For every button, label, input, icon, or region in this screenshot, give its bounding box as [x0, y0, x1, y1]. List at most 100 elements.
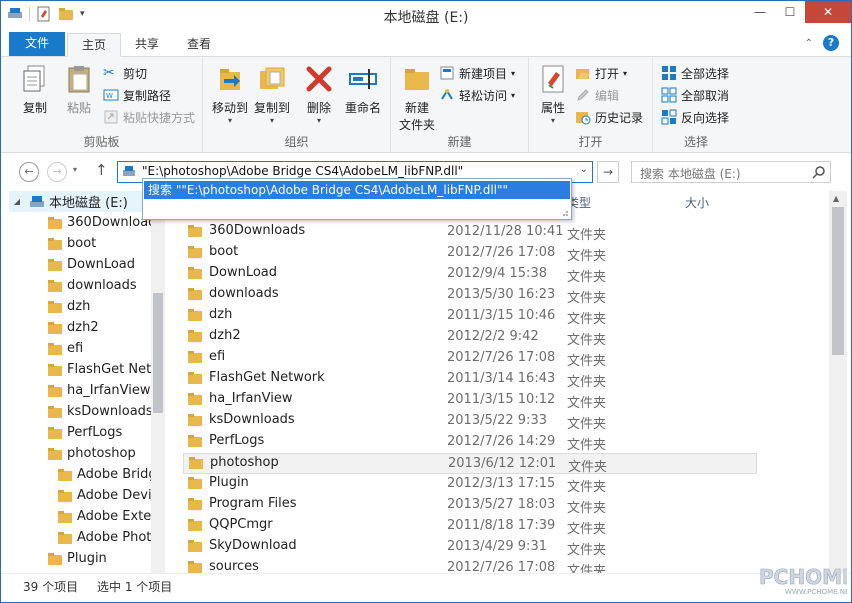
tree-item[interactable]: Plugin [47, 548, 107, 569]
rename-button[interactable]: 重命名 [341, 63, 385, 116]
folder-icon [188, 308, 202, 321]
tree-item[interactable]: Adobe Phot [57, 527, 151, 548]
table-row[interactable]: SkyDownload 2013/4/29 9:31 文件夹 [183, 537, 757, 558]
tab-share[interactable]: 共享 [121, 33, 173, 57]
resize-grip-icon[interactable] [559, 207, 569, 217]
new-folder-button[interactable]: 新建 文件夹 [395, 63, 439, 133]
ribbon-collapse-icon[interactable]: ⌃ [805, 38, 813, 49]
go-button[interactable]: → [597, 161, 619, 183]
address-dropdown-icon[interactable]: ⌄ [580, 164, 588, 175]
table-row[interactable]: sources 2012/7/26 17:08 文件夹 [183, 558, 757, 573]
copy-to-button[interactable]: 复制到 ▾ [251, 63, 293, 125]
select-all-button[interactable]: 全部选择 [661, 63, 729, 83]
table-row[interactable]: dzh2 2012/2/2 9:42 文件夹 [183, 327, 757, 348]
easy-access-button[interactable]: 轻松访问 ▾ [439, 85, 515, 105]
table-row[interactable]: PerfLogs 2012/7/26 14:29 文件夹 [183, 432, 757, 453]
tab-view[interactable]: 查看 [173, 33, 225, 57]
content-scrollbar[interactable]: ▲ [829, 191, 847, 573]
delete-button[interactable]: 删除 ▾ [301, 63, 337, 125]
table-row[interactable]: QQPCmgr 2011/8/18 17:39 文件夹 [183, 516, 757, 537]
tree-item[interactable]: Adobe Devi [57, 485, 152, 506]
column-header-size[interactable]: 大小 [685, 191, 709, 215]
tree-item[interactable]: ksDownloads [47, 401, 153, 422]
folder-icon [48, 384, 62, 397]
tree-item[interactable]: Adobe Exter [57, 506, 157, 527]
table-row[interactable]: photoshop 2013/6/12 12:01 文件夹 [183, 453, 757, 475]
search-icon[interactable] [812, 165, 826, 179]
edit-button[interactable]: 编辑 [575, 85, 619, 105]
folder-icon [188, 266, 202, 279]
select-none-button[interactable]: 全部取消 [661, 85, 729, 105]
copy-path-button[interactable]: W 复制路径 [103, 85, 171, 105]
maximize-button[interactable]: ☐ [775, 1, 805, 23]
table-row[interactable]: downloads 2013/5/30 16:23 文件夹 [183, 285, 757, 306]
nav-scrollbar-thumb[interactable] [153, 293, 163, 413]
nav-scrollbar[interactable] [151, 203, 165, 573]
table-row[interactable]: dzh 2011/3/15 10:46 文件夹 [183, 306, 757, 327]
table-row[interactable]: boot 2012/7/26 17:08 文件夹 [183, 243, 757, 264]
copy-button[interactable]: 复制 [15, 63, 55, 116]
up-button[interactable]: ↑ [95, 161, 108, 179]
expand-arrow-icon[interactable]: ◢ [9, 197, 25, 206]
tree-item[interactable]: photoshop [47, 443, 136, 464]
tree-item[interactable]: boot [47, 233, 96, 254]
forward-button[interactable]: → [47, 162, 67, 182]
tab-file[interactable]: 文件 [9, 32, 65, 56]
tree-item[interactable]: downloads [47, 275, 137, 296]
table-row[interactable]: ksDownloads 2013/5/22 9:33 文件夹 [183, 411, 757, 432]
select-none-label: 全部取消 [681, 88, 730, 103]
paste-shortcut-button[interactable]: 粘贴快捷方式 [103, 107, 195, 127]
open-label: 打开 [595, 66, 620, 81]
paste-button[interactable]: 粘贴 [59, 63, 99, 116]
tree-item-label: 本地磁盘 (E:) [49, 196, 128, 211]
tree-item[interactable]: dzh [47, 296, 90, 317]
file-name: DownLoad [209, 265, 278, 280]
tree-item[interactable]: DownLoad [47, 254, 135, 275]
content-scrollbar-thumb[interactable] [832, 207, 844, 355]
file-type: 文件夹 [567, 480, 607, 495]
open-icon [576, 69, 590, 79]
open-button[interactable]: 打开 ▾ [575, 63, 627, 83]
close-button[interactable]: ✕ [805, 1, 851, 23]
cut-button[interactable]: ✂ 剪切 [103, 63, 147, 83]
minimize-button[interactable]: — [745, 1, 775, 23]
table-row[interactable]: DownLoad 2012/9/4 15:38 文件夹 [183, 264, 757, 285]
tree-item[interactable]: ha_IrfanView [47, 380, 151, 401]
history-icon [576, 112, 591, 125]
new-item-button[interactable]: 新建项目 ▾ [439, 63, 515, 83]
suggestion-search-item[interactable]: 搜索 ""E:\photoshop\Adobe Bridge CS4\Adobe… [144, 181, 570, 199]
properties-button[interactable]: 属性 ▾ [535, 63, 571, 125]
folder-icon [188, 224, 202, 237]
tree-item[interactable]: 360Download [47, 212, 156, 233]
file-date: 2012/7/26 17:08 [447, 560, 556, 573]
tree-item-label: Adobe Phot [77, 530, 152, 545]
table-row[interactable]: Plugin 2012/3/13 17:15 文件夹 [183, 474, 757, 495]
search-box[interactable]: 搜索 本地磁盘 (E:) [631, 161, 831, 183]
address-suggestion-popup: 搜索 ""E:\photoshop\Adobe Bridge CS4\Adobe… [142, 178, 572, 220]
tree-item[interactable]: PerfLogs [47, 422, 122, 443]
table-row[interactable]: Program Files 2013/5/27 18:03 文件夹 [183, 495, 757, 516]
tree-item[interactable]: Adobe Bridg [57, 464, 157, 485]
search-input[interactable]: 搜索 本地磁盘 (E:) [640, 165, 741, 182]
move-to-button[interactable]: 移动到 ▾ [209, 63, 251, 125]
table-row[interactable]: FlashGet Network 2011/3/14 16:43 文件夹 [183, 369, 757, 390]
table-row[interactable]: ha_IrfanView 2011/3/15 10:12 文件夹 [183, 390, 757, 411]
scroll-up-icon[interactable]: ▲ [833, 194, 839, 203]
recent-dropdown-icon[interactable]: ▾ [73, 165, 77, 174]
tree-item[interactable]: FlashGet Netv [47, 359, 159, 380]
help-icon[interactable]: ? [823, 35, 839, 51]
tab-home[interactable]: 主页 [67, 33, 122, 57]
table-row[interactable]: 360Downloads 2012/11/28 10:41 文件夹 [183, 222, 757, 243]
rename-icon [349, 69, 377, 89]
file-name-cell: efi [187, 349, 225, 364]
back-button[interactable]: ← [19, 162, 39, 182]
address-input[interactable]: "E:\photoshop\Adobe Bridge CS4\AdobeLM_l… [142, 164, 463, 178]
history-button[interactable]: 历史记录 [575, 107, 643, 127]
copy-to-label: 复制到 [253, 101, 290, 115]
folder-icon [48, 363, 62, 376]
file-name-cell: SkyDownload [187, 538, 297, 553]
table-row[interactable]: efi 2012/7/26 17:08 文件夹 [183, 348, 757, 369]
tree-item[interactable]: dzh2 [47, 317, 99, 338]
tree-item[interactable]: efi [47, 338, 83, 359]
invert-selection-button[interactable]: 反向选择 [661, 107, 729, 127]
